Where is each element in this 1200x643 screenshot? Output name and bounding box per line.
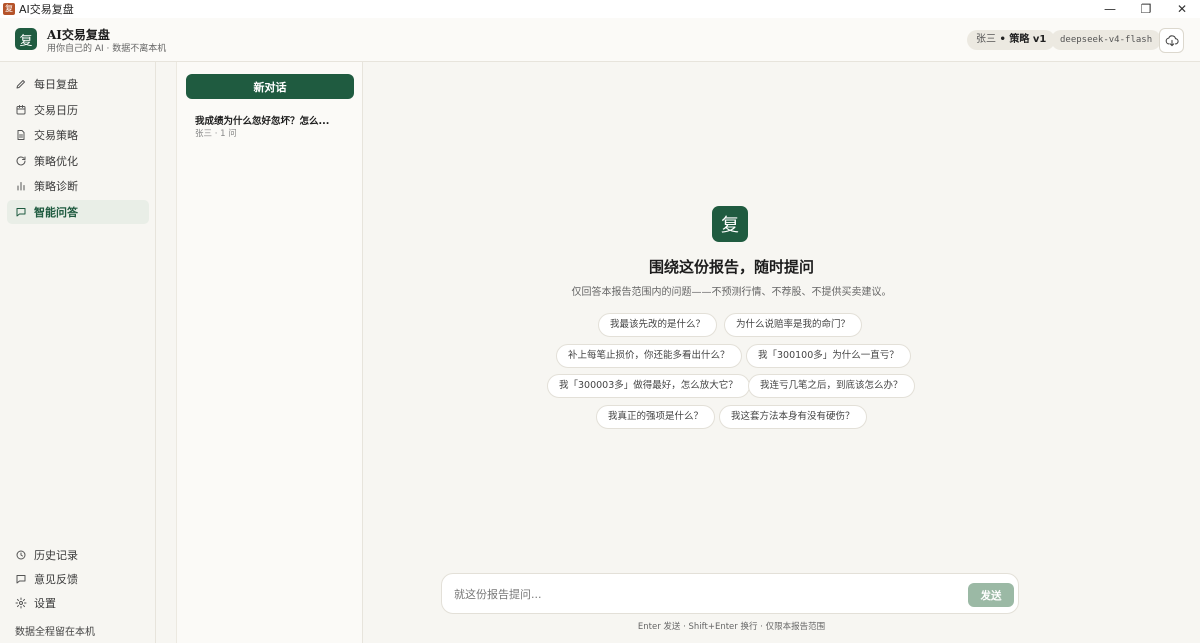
app-header: 复 AI交易复盘 用你自己的 AI · 数据不离本机 张三 • 策略 v1 de… <box>0 18 1200 62</box>
sidebar: 每日复盘 交易日历 交易策略 策略优化 策略诊断 智能问答 历史记录 意见反馈 … <box>0 62 156 643</box>
chat-icon <box>16 575 26 584</box>
conversation-list: 新对话 我成绩为什么忽好忽坏？怎么... 张三 · 1 问 <box>176 62 363 643</box>
suggestion-chip[interactable]: 我这套方法本身有没有硬伤？ <box>719 405 867 429</box>
sidebar-item-label: 智能问答 <box>34 206 78 219</box>
send-button[interactable]: 发送 <box>968 583 1014 607</box>
hero-subtitle: 仅回答本报告范围内的问题——不预测行情、不荐股、不提供买卖建议。 <box>571 287 892 298</box>
user-separator: • <box>996 34 1010 45</box>
sidebar-item-settings[interactable]: 设置 <box>7 591 149 615</box>
sidebar-item-strategy-optimize[interactable]: 策略优化 <box>7 149 149 173</box>
suggestion-chip[interactable]: 我「300003多」做得最好，怎么放大它？ <box>547 374 750 398</box>
sidebar-item-trade-calendar[interactable]: 交易日历 <box>7 98 149 122</box>
sidebar-item-feedback[interactable]: 意见反馈 <box>7 567 149 591</box>
conversation-title: 我成绩为什么忽好忽坏？怎么... <box>195 116 330 127</box>
refresh-icon <box>16 156 26 166</box>
suggestion-chip[interactable]: 我连亏几笔之后，到底该怎么办？ <box>748 374 915 398</box>
sidebar-item-label: 设置 <box>34 597 56 610</box>
hero-title: 围绕这份报告，随时提问 <box>648 258 814 276</box>
sidebar-item-daily-review[interactable]: 每日复盘 <box>7 72 149 96</box>
sidebar-item-label: 每日复盘 <box>34 78 78 91</box>
calendar-icon <box>16 105 26 115</box>
window-titlebar: 复 AI交易复盘 — ❐ ✕ <box>0 0 1200 18</box>
sidebar-item-trade-strategy[interactable]: 交易策略 <box>7 123 149 147</box>
question-input[interactable] <box>454 584 954 604</box>
hero-logo: 复 <box>712 206 748 242</box>
suggestion-chip[interactable]: 我「300100多」为什么一直亏？ <box>746 344 911 368</box>
pencil-icon <box>16 80 25 89</box>
suggestion-chip[interactable]: 我真正的强项是什么？ <box>596 405 716 429</box>
document-icon <box>17 130 25 140</box>
chat-main: 复 围绕这份报告，随时提问 仅回答本报告范围内的问题——不预测行情、不荐股、不提… <box>363 62 1200 643</box>
brand-subtitle: 用你自己的 AI · 数据不离本机 <box>47 44 167 54</box>
brand-logo: 复 <box>15 28 37 50</box>
keyboard-hint: Enter 发送 · Shift+Enter 换行 · 仅限本报告范围 <box>637 622 826 632</box>
cloud-sync-button[interactable] <box>1159 28 1184 53</box>
bar-chart-icon <box>17 182 25 191</box>
new-chat-button[interactable]: 新对话 <box>186 74 354 99</box>
suggestion-chip[interactable]: 补上每笔止损价，你还能多看出什么？ <box>556 344 742 368</box>
sidebar-item-smart-qa[interactable]: 智能问答 <box>7 200 149 224</box>
restore-button[interactable]: ❐ <box>1128 0 1164 18</box>
sidebar-item-label: 交易日历 <box>34 104 78 117</box>
strategy-name: 策略 v1 <box>1009 34 1047 45</box>
user-name: 张三 <box>976 34 996 45</box>
gear-icon <box>15 597 27 609</box>
conversation-meta: 张三 · 1 问 <box>195 129 237 139</box>
chat-icon <box>16 208 26 217</box>
sidebar-item-strategy-diagnosis[interactable]: 策略诊断 <box>7 174 149 198</box>
sidebar-item-label: 策略优化 <box>34 155 78 168</box>
sidebar-item-history[interactable]: 历史记录 <box>7 543 149 567</box>
window-title: AI交易复盘 <box>19 3 74 16</box>
sidebar-item-label: 历史记录 <box>34 549 78 562</box>
sidebar-item-label: 策略诊断 <box>34 180 78 193</box>
minimize-button[interactable]: — <box>1092 0 1128 18</box>
message-composer: 发送 <box>441 573 1019 614</box>
cloud-download-icon <box>1165 34 1179 46</box>
clock-icon <box>16 550 26 560</box>
model-pill[interactable]: deepseek-v4-flash <box>1051 30 1162 50</box>
sidebar-item-label: 意见反馈 <box>34 573 78 586</box>
sidebar-item-label: 交易策略 <box>34 129 78 142</box>
app-icon: 复 <box>3 3 15 15</box>
privacy-note: 数据全程留在本机 <box>15 627 95 638</box>
suggestion-chip[interactable]: 我最该先改的是什么？ <box>598 313 718 337</box>
user-strategy-pill[interactable]: 张三 • 策略 v1 <box>967 30 1056 50</box>
suggestion-chip[interactable]: 为什么说赔率是我的命门？ <box>724 313 863 337</box>
close-button[interactable]: ✕ <box>1164 0 1200 18</box>
